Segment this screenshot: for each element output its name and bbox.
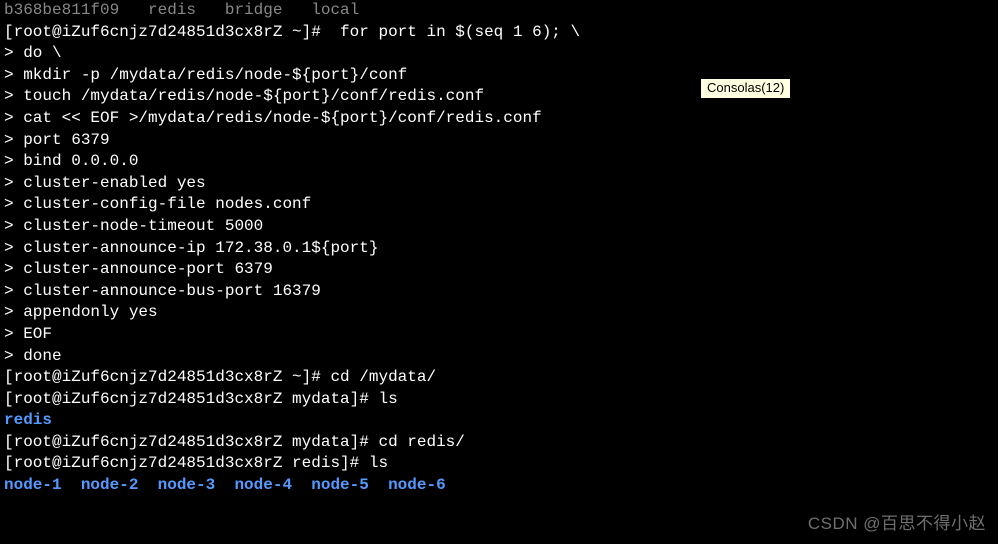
terminal-line[interactable]: > cluster-announce-bus-port 16379 [4, 281, 994, 303]
terminal-line[interactable]: > done [4, 346, 994, 368]
directory-entry: redis [4, 410, 994, 432]
directory-list: node-1 node-2 node-3 node-4 node-5 node-… [4, 475, 994, 497]
terminal-line[interactable]: > appendonly yes [4, 302, 994, 324]
directory-entry: node-4 [234, 476, 292, 494]
terminal-line[interactable]: [root@iZuf6cnjz7d24851d3cx8rZ ~]# cd /my… [4, 367, 994, 389]
terminal-line[interactable]: > cat << EOF >/mydata/redis/node-${port}… [4, 108, 994, 130]
directory-entry: node-2 [81, 476, 139, 494]
terminal-line[interactable]: [root@iZuf6cnjz7d24851d3cx8rZ redis]# ls [4, 453, 994, 475]
terminal-line[interactable]: > EOF [4, 324, 994, 346]
terminal-line[interactable]: > bind 0.0.0.0 [4, 151, 994, 173]
terminal-line[interactable]: > cluster-announce-port 6379 [4, 259, 994, 281]
terminal-line[interactable]: > cluster-enabled yes [4, 173, 994, 195]
terminal-line[interactable]: > cluster-node-timeout 5000 [4, 216, 994, 238]
directory-entry: node-1 [4, 476, 62, 494]
directory-entry: node-5 [311, 476, 369, 494]
terminal-line[interactable]: > mkdir -p /mydata/redis/node-${port}/co… [4, 65, 994, 87]
font-tooltip: Consolas(12) [700, 78, 791, 99]
terminal-line[interactable]: [root@iZuf6cnjz7d24851d3cx8rZ mydata]# l… [4, 389, 994, 411]
terminal-line[interactable]: > cluster-config-file nodes.conf [4, 194, 994, 216]
terminal-line[interactable]: > touch /mydata/redis/node-${port}/conf/… [4, 86, 994, 108]
terminal-line[interactable]: > port 6379 [4, 130, 994, 152]
directory-entry: node-3 [158, 476, 216, 494]
terminal-line[interactable]: > do \ [4, 43, 994, 65]
terminal-line[interactable]: > cluster-announce-ip 172.38.0.1${port} [4, 238, 994, 260]
terminal-line-partial: b368be811f09 redis bridge local [4, 0, 994, 22]
terminal-line[interactable]: [root@iZuf6cnjz7d24851d3cx8rZ mydata]# c… [4, 432, 994, 454]
watermark-text: CSDN @百思不得小赵 [808, 513, 986, 536]
terminal-line[interactable]: [root@iZuf6cnjz7d24851d3cx8rZ ~]# for po… [4, 22, 994, 44]
directory-entry: node-6 [388, 476, 446, 494]
